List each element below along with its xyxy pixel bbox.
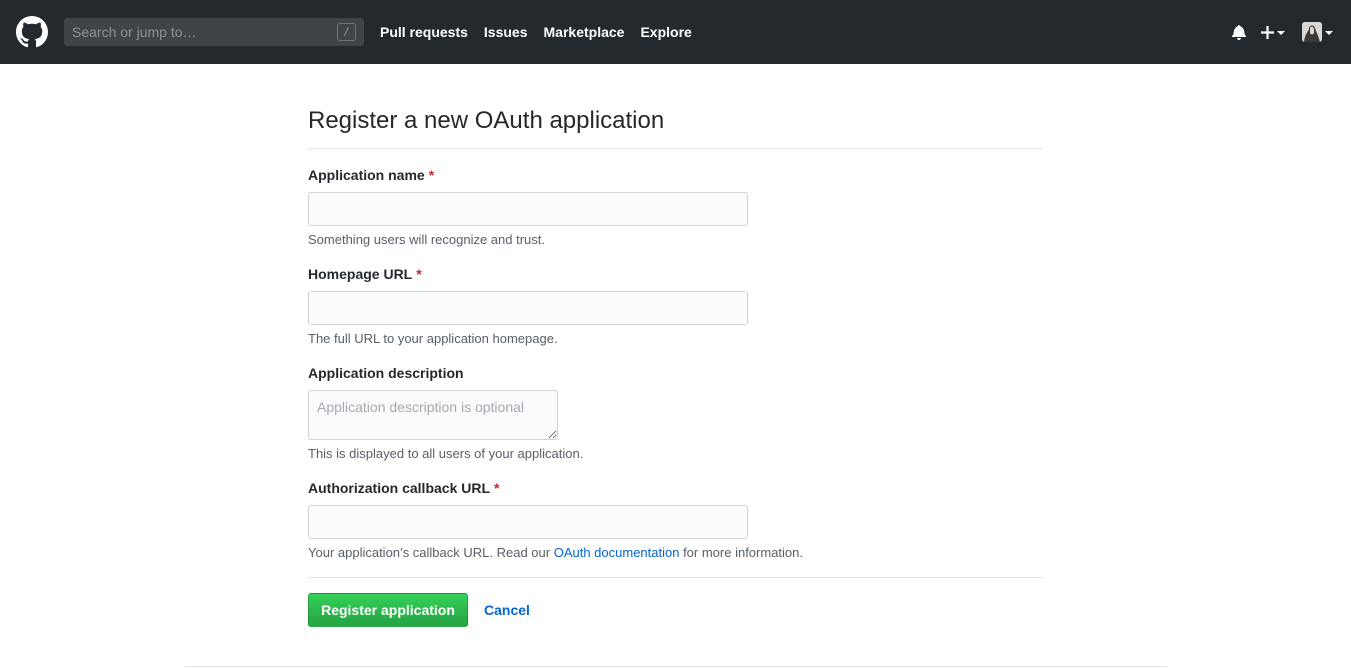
callback-note-text-end: for more information. [679, 545, 803, 560]
application-description-textarea[interactable] [308, 390, 558, 440]
homepage-url-label-text: Homepage URL [308, 266, 413, 282]
nav-pull-requests[interactable]: Pull requests [380, 22, 468, 42]
search-shortcut-key: / [337, 23, 356, 41]
top-header: / Pull requests Issues Marketplace Explo… [0, 0, 1351, 64]
application-description-label: Application description [308, 364, 464, 382]
required-marker: * [494, 480, 500, 496]
header-nav: Pull requests Issues Marketplace Explore [380, 22, 708, 42]
required-marker: * [416, 266, 422, 282]
search-input[interactable] [64, 18, 334, 46]
callback-note-text: Your application’s callback URL. Read ou… [308, 545, 554, 560]
cancel-link[interactable]: Cancel [484, 601, 530, 619]
application-description-note: This is displayed to all users of your a… [308, 446, 584, 461]
register-application-button[interactable]: Register application [308, 593, 468, 627]
required-marker: * [428, 167, 435, 183]
nav-explore[interactable]: Explore [640, 22, 691, 42]
bell-icon[interactable] [1231, 24, 1247, 40]
nav-issues[interactable]: Issues [484, 22, 528, 42]
page-title: Register a new OAuth application [308, 107, 665, 134]
application-name-label: Application name * [308, 166, 434, 184]
homepage-url-label: Homepage URL * [308, 265, 422, 283]
callback-url-input[interactable] [308, 505, 748, 539]
footer-divider [185, 666, 1167, 667]
application-description-label-text: Application description [308, 365, 464, 381]
application-name-label-text: Application name [308, 167, 425, 183]
title-divider [308, 148, 1043, 149]
search-box[interactable]: / [64, 18, 364, 46]
oauth-documentation-link[interactable]: OAuth documentation [554, 545, 680, 560]
homepage-url-input[interactable] [308, 291, 748, 325]
form-actions-divider [308, 577, 1043, 578]
callback-url-note: Your application’s callback URL. Read ou… [308, 545, 803, 561]
user-menu-dropdown[interactable] [1302, 22, 1333, 42]
plus-icon [1261, 25, 1274, 39]
homepage-url-note: The full URL to your application homepag… [308, 331, 558, 346]
callback-url-label: Authorization callback URL * [308, 479, 499, 497]
application-name-note: Something users will recognize and trust… [308, 232, 546, 247]
nav-marketplace[interactable]: Marketplace [544, 22, 625, 42]
create-new-dropdown[interactable] [1261, 22, 1285, 42]
chevron-down-icon [1325, 31, 1333, 35]
callback-url-label-text: Authorization callback URL [308, 480, 491, 496]
github-logo-icon[interactable] [16, 16, 48, 48]
avatar [1302, 22, 1322, 42]
chevron-down-icon [1277, 31, 1285, 35]
application-name-input[interactable] [308, 192, 748, 226]
